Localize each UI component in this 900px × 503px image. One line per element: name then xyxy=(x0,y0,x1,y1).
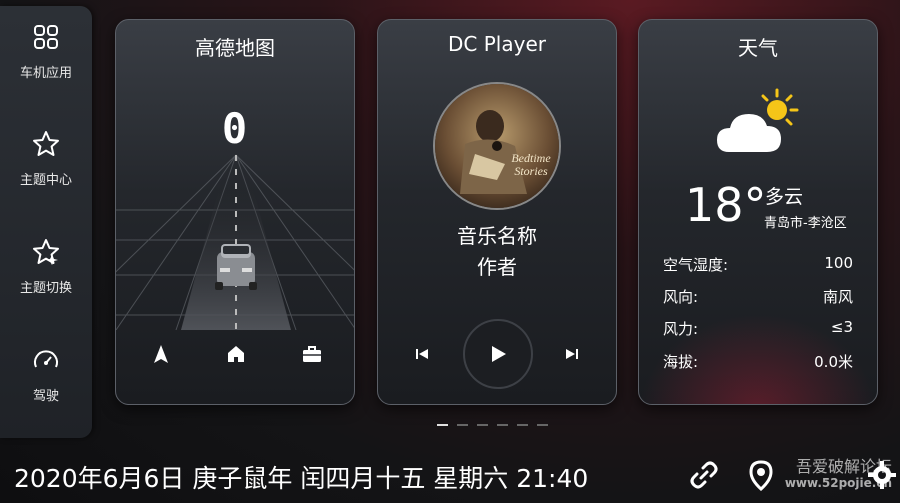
sidebar-item-label: 车机应用 xyxy=(19,65,72,81)
location-pin-icon[interactable] xyxy=(745,459,777,491)
sidebar-item-label: 驾驶 xyxy=(32,388,59,404)
page-dot[interactable] xyxy=(477,424,488,426)
music-card-title: DC Player xyxy=(448,32,546,56)
map-actions-bar xyxy=(116,342,354,366)
sidebar-item-label: 主题中心 xyxy=(19,172,72,188)
date-time-text: 2020年6月6日 庚子鼠年 闰四月十五 星期六 21:40 xyxy=(14,464,589,493)
previous-icon[interactable] xyxy=(415,347,429,361)
speed-readout: 0 xyxy=(221,104,249,153)
watermark-site: www.52pojie.cn xyxy=(784,476,892,490)
apps-grid-icon xyxy=(34,24,58,49)
weather-detail-row: 风力: ≤3 xyxy=(663,318,853,340)
detail-label: 海拔: xyxy=(663,353,699,371)
svg-text:Stories: Stories xyxy=(514,164,548,178)
page-dot[interactable] xyxy=(517,424,528,426)
song-title: 音乐名称 xyxy=(457,224,537,248)
weather-widget-card[interactable]: 天气 18° 多云 青岛市-李沧区 空气湿度: 100 风向: 南风 风力: ≤… xyxy=(638,19,878,405)
weather-detail-row: 海拔: 0.0米 xyxy=(663,351,853,373)
watermark: 吾爱破解论坛 www.52pojie.cn xyxy=(785,458,892,492)
page-dot[interactable] xyxy=(437,424,448,426)
sidebar-item-theme-center[interactable]: 主题中心 xyxy=(0,113,92,203)
sidebar-item-car-apps[interactable]: 车机应用 xyxy=(0,6,92,96)
next-icon[interactable] xyxy=(565,347,579,361)
star-sparkle-icon xyxy=(33,238,59,265)
car-icon xyxy=(215,244,257,290)
star-icon xyxy=(33,130,59,156)
page-dot[interactable] xyxy=(457,424,468,426)
detail-value: 南风 xyxy=(822,288,853,306)
sidebar-item-label: 主题切换 xyxy=(19,280,72,296)
weather-temperature: 18° xyxy=(685,178,767,232)
weather-card-title: 天气 xyxy=(738,36,778,60)
partly-sunny-icon xyxy=(717,88,799,152)
song-artist: 作者 xyxy=(477,255,517,279)
detail-value: 0.0米 xyxy=(814,353,853,371)
album-art[interactable]: Bedtime Stories xyxy=(433,82,561,210)
detail-label: 空气湿度: xyxy=(663,256,729,274)
music-widget-card[interactable]: DC Player Bedtime Stories 音乐名称 作者 xyxy=(377,19,617,405)
weather-location: 青岛市-李沧区 xyxy=(764,216,847,231)
detail-label: 风力: xyxy=(663,320,699,338)
map-widget-card[interactable]: 高德地图 0 xyxy=(115,19,355,405)
map-card-title: 高德地图 xyxy=(195,36,275,60)
play-button[interactable] xyxy=(462,318,534,390)
detail-label: 风向: xyxy=(663,288,699,306)
album-cover-image: Bedtime Stories xyxy=(435,84,559,208)
album-text: Bedtime xyxy=(511,151,551,165)
sidebar: 车机应用 主题中心 主题切换 驾驶 xyxy=(0,6,92,438)
watermark-title: 吾爱破解论坛 xyxy=(795,457,892,476)
speedometer-icon xyxy=(34,349,58,367)
weather-detail-row: 空气湿度: 100 xyxy=(663,254,853,276)
detail-value: ≤3 xyxy=(830,318,853,336)
page-dot[interactable] xyxy=(537,424,548,426)
sidebar-item-driving[interactable]: 驾驶 xyxy=(0,329,92,419)
briefcase-icon[interactable] xyxy=(300,342,324,366)
weather-condition: 多云 xyxy=(765,186,804,208)
link-icon[interactable] xyxy=(688,459,720,491)
home-icon[interactable] xyxy=(224,342,248,366)
detail-value: 100 xyxy=(824,254,853,272)
weather-detail-row: 风向: 南风 xyxy=(663,286,853,308)
navigate-arrow-icon[interactable] xyxy=(149,342,173,366)
page-dot[interactable] xyxy=(497,424,508,426)
sidebar-item-theme-switch[interactable]: 主题切换 xyxy=(0,221,92,311)
